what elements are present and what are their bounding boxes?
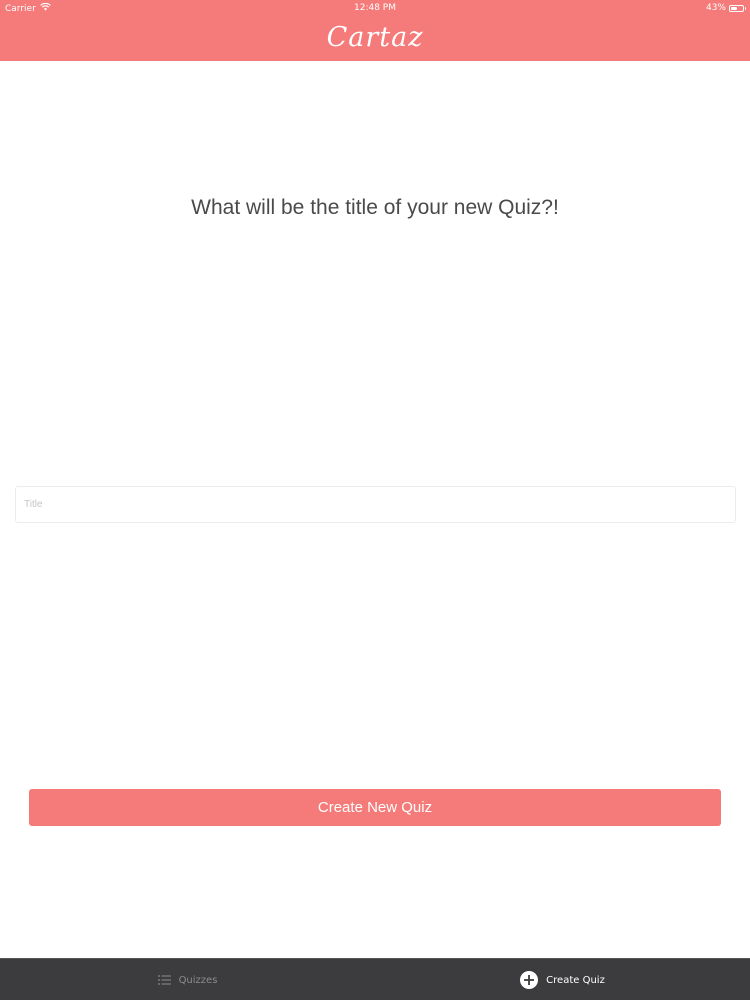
- navigation-bar: Carrier 12:48 PM 43% Cartaz: [0, 0, 750, 61]
- tab-quizzes-label: Quizzes: [178, 974, 218, 986]
- tab-create-quiz-label: Create Quiz: [546, 974, 605, 986]
- plus-circle-icon: [520, 971, 539, 989]
- battery-fill: [731, 6, 737, 10]
- tab-bar: Quizzes Create Quiz: [0, 958, 750, 1000]
- tab-quizzes[interactable]: Quizzes: [0, 959, 375, 1000]
- battery-icon: [729, 4, 746, 12]
- create-new-quiz-button[interactable]: Create New Quiz: [29, 789, 721, 826]
- create-quiz-screen: Carrier 12:48 PM 43% Cartaz What will be…: [0, 0, 750, 1000]
- list-icon: [157, 975, 171, 985]
- app-title: Cartaz: [326, 22, 424, 53]
- status-bar: Carrier 12:48 PM 43%: [0, 0, 750, 16]
- battery-indicator: 43%: [705, 3, 746, 13]
- status-time: 12:48 PM: [354, 3, 396, 13]
- battery-percent: 43%: [705, 3, 726, 13]
- quiz-title-prompt: What will be the title of your new Quiz?…: [191, 196, 559, 219]
- tab-create-quiz[interactable]: Create Quiz: [375, 959, 750, 1000]
- quiz-title-input[interactable]: [15, 486, 736, 523]
